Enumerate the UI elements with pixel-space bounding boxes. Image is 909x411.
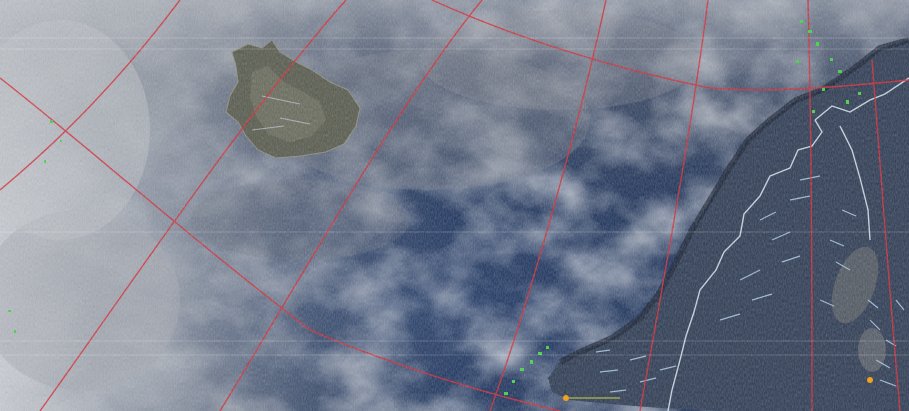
scanline-noise <box>0 0 909 411</box>
city-marker <box>563 395 569 401</box>
city-marker <box>867 377 873 383</box>
satellite-image <box>0 0 909 411</box>
